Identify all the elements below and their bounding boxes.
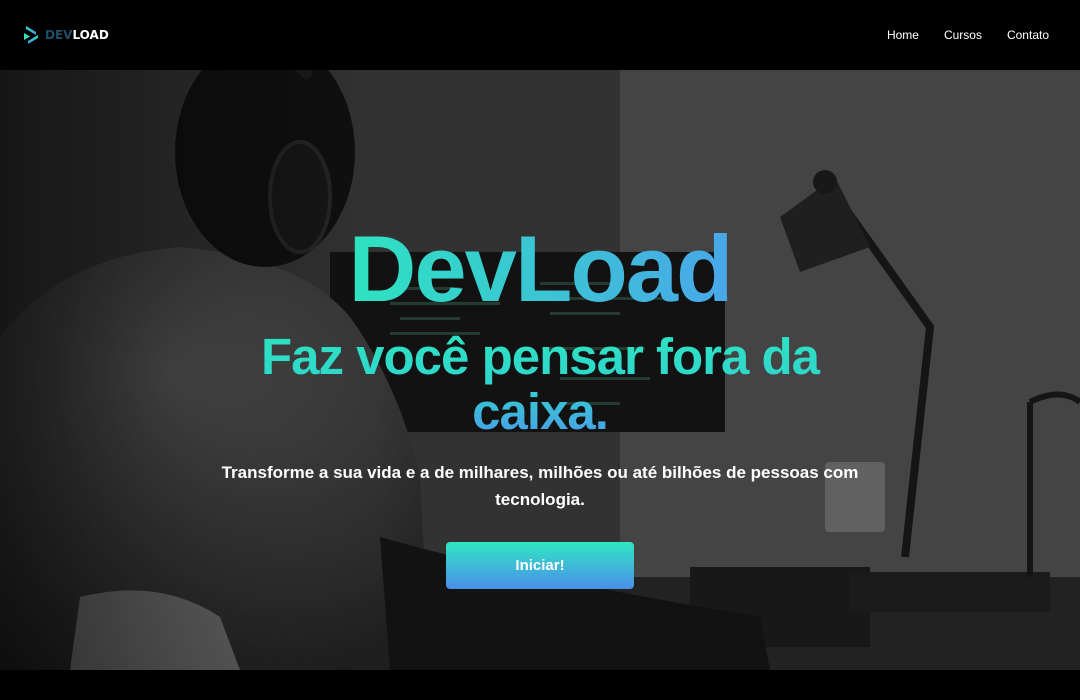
nav-link-contato[interactable]: Contato: [1007, 28, 1049, 42]
hero-subtitle: Faz você pensar fora da caixa.: [240, 329, 840, 439]
hero-title: DevLoad: [348, 216, 734, 321]
hero-content: DevLoad Faz você pensar fora da caixa. T…: [0, 57, 1080, 670]
logo-text-load: LOAD: [72, 28, 109, 42]
devload-logo-icon: [24, 26, 38, 44]
navbar: DEVLOAD Home Cursos Contato: [0, 0, 1080, 70]
brand-logo[interactable]: DEVLOAD: [22, 24, 109, 46]
logo-text-dev: DEV: [45, 28, 73, 42]
hero-section: DevLoad Faz você pensar fora da caixa. T…: [0, 57, 1080, 670]
nav-menu: Home Cursos Contato: [887, 28, 1049, 42]
nav-link-cursos[interactable]: Cursos: [944, 28, 982, 42]
hero-description: Transforme a sua vida e a de milhares, m…: [221, 463, 859, 509]
start-button[interactable]: Iniciar!: [446, 542, 634, 589]
nav-link-home[interactable]: Home: [887, 28, 919, 42]
brand-wordmark: DEVLOAD: [45, 28, 109, 42]
bottom-bar: [0, 670, 1080, 700]
